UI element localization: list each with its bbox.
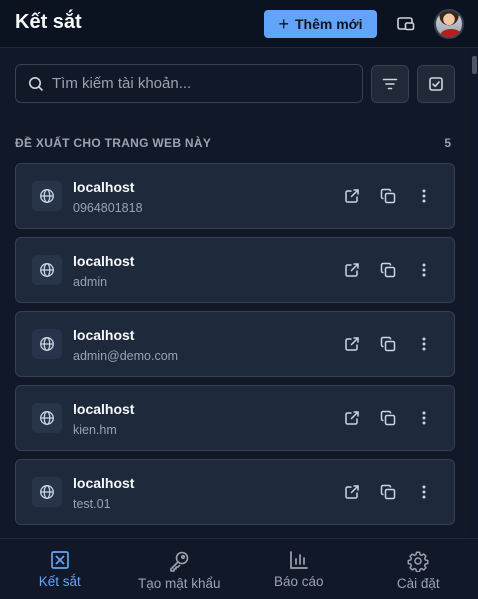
popout-window-button[interactable]: [394, 12, 418, 36]
nav-label: Báo cáo: [273, 574, 324, 589]
open-link-icon[interactable]: [342, 334, 362, 354]
globe-icon: [32, 403, 62, 433]
app-title: Kết sắt: [15, 11, 82, 33]
item-site: localhost: [73, 179, 135, 195]
checkbox-select-icon: [429, 77, 443, 91]
section-title: ĐỀ XUẤT CHO TRANG WEB NÀY: [15, 136, 212, 150]
more-vertical-icon[interactable]: [414, 186, 434, 206]
item-username: admin@demo.com: [73, 349, 179, 363]
nav-item-reports[interactable]: Báo cáo: [239, 539, 359, 599]
scrollbar[interactable]: [470, 48, 478, 538]
nav-item-vault[interactable]: Kết sắt: [0, 539, 120, 599]
nav-label: Cài đặt: [396, 576, 440, 591]
add-new-button[interactable]: + Thêm mới: [264, 10, 377, 38]
list-item[interactable]: localhost kien.hm: [15, 385, 455, 451]
search-input[interactable]: [52, 65, 352, 102]
item-site: localhost: [73, 401, 135, 417]
item-site: localhost: [73, 475, 135, 491]
item-username: 0964801818: [73, 201, 143, 215]
list-item[interactable]: localhost test.01: [15, 459, 455, 525]
list-item[interactable]: localhost admin@demo.com: [15, 311, 455, 377]
list-item[interactable]: localhost 0964801818: [15, 163, 455, 229]
popout-window-icon: [397, 17, 415, 31]
settings-gear-icon: [407, 551, 429, 572]
nav-label: Tạo mật khẩu: [137, 576, 221, 591]
avatar-shirt: [440, 29, 462, 37]
section-count: 5: [444, 136, 451, 150]
item-username: kien.hm: [73, 423, 117, 437]
globe-icon: [32, 477, 62, 507]
bottom-nav: Kết sắt Tạo mật khẩu Báo cáo Cài đặt: [0, 538, 478, 599]
open-link-icon[interactable]: [342, 260, 362, 280]
more-vertical-icon[interactable]: [414, 482, 434, 502]
copy-icon[interactable]: [378, 260, 398, 280]
plus-icon: +: [278, 13, 289, 34]
open-link-icon[interactable]: [342, 408, 362, 428]
vault-icon: [50, 551, 69, 569]
filter-icon: [382, 78, 398, 90]
more-vertical-icon[interactable]: [414, 408, 434, 428]
copy-icon[interactable]: [378, 186, 398, 206]
app-header: Kết sắt + Thêm mới: [0, 0, 478, 48]
item-site: localhost: [73, 327, 135, 343]
select-mode-button[interactable]: [417, 65, 455, 103]
scrollbar-thumb[interactable]: [472, 56, 477, 74]
filter-button[interactable]: [371, 65, 409, 103]
more-vertical-icon[interactable]: [414, 334, 434, 354]
open-link-icon[interactable]: [342, 186, 362, 206]
copy-icon[interactable]: [378, 334, 398, 354]
search-icon: [29, 77, 44, 92]
bar-chart-icon: [289, 551, 308, 569]
copy-icon[interactable]: [378, 408, 398, 428]
item-username: admin: [73, 275, 108, 289]
search-box: [15, 64, 363, 103]
add-new-label: Thêm mới: [294, 16, 363, 32]
nav-item-settings[interactable]: Cài đặt: [359, 539, 478, 599]
item-username: test.01: [73, 497, 111, 511]
globe-icon: [32, 329, 62, 359]
globe-icon: [32, 255, 62, 285]
list-item[interactable]: localhost admin: [15, 237, 455, 303]
open-link-icon[interactable]: [342, 482, 362, 502]
item-site: localhost: [73, 253, 135, 269]
nav-label: Kết sắt: [38, 574, 81, 589]
key-icon: [170, 551, 189, 572]
nav-item-generator[interactable]: Tạo mật khẩu: [120, 539, 240, 599]
account-list: localhost 0964801818 localhost admin loc…: [15, 163, 455, 533]
avatar[interactable]: [434, 9, 464, 39]
copy-icon[interactable]: [378, 482, 398, 502]
more-vertical-icon[interactable]: [414, 260, 434, 280]
globe-icon: [32, 181, 62, 211]
